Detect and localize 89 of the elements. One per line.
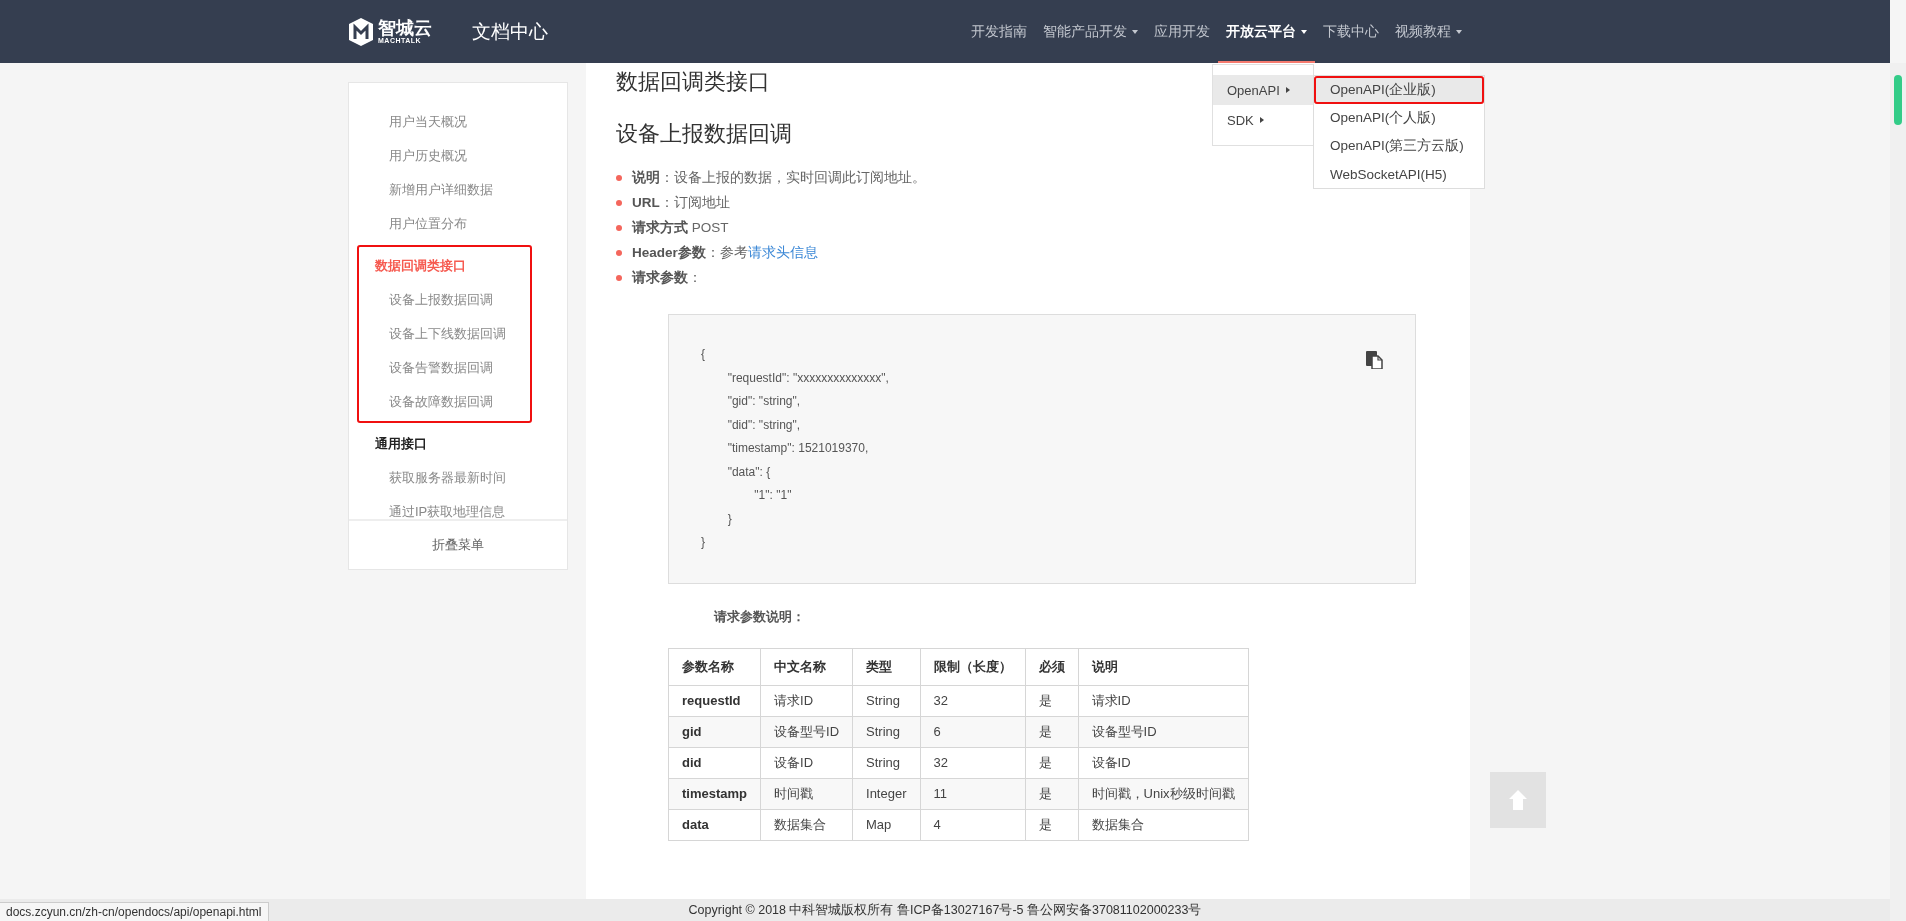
sidebar-item[interactable]: 用户当天概况 <box>365 105 536 139</box>
sidebar-item[interactable]: 通过IP获取地理信息 <box>365 495 536 519</box>
table-cell: 数据集合 <box>1078 809 1249 840</box>
table-cell: 设备ID <box>760 747 853 778</box>
column-header: 类型 <box>852 648 920 685</box>
copy-icon <box>1365 351 1383 369</box>
bullet-text: 请求方式 POST <box>632 218 729 237</box>
sidebar-item[interactable]: 用户历史概况 <box>365 139 536 173</box>
table-cell: did <box>668 747 761 778</box>
sidebar-item[interactable]: 新增用户详细数据 <box>365 173 536 207</box>
bullet-text: URL：订阅地址 <box>632 193 730 212</box>
table-cell: String <box>852 747 920 778</box>
submenu-item[interactable]: OpenAPI(企业版) <box>1314 76 1484 104</box>
table-cell: 32 <box>920 747 1025 778</box>
caret-icon <box>1132 29 1138 34</box>
table-cell: 请求ID <box>760 685 853 716</box>
table-cell: requestId <box>668 685 761 716</box>
nav-link[interactable]: 智能产品开发 <box>1035 0 1146 63</box>
column-header: 中文名称 <box>760 648 853 685</box>
collapse-menu-button[interactable]: 折叠菜单 <box>349 519 567 569</box>
table-cell: Integer <box>852 778 920 809</box>
submenu-item[interactable]: OpenAPI(个人版) <box>1314 104 1484 132</box>
table-cell: 设备型号ID <box>760 716 853 747</box>
sidebar-item[interactable]: 设备上下线数据回调 <box>365 317 530 351</box>
arrow-up-icon <box>1508 789 1528 811</box>
section-title: 数据回调类接口 <box>616 68 770 96</box>
code-text: { "requestId": "xxxxxxxxxxxxxx", "gid": "string", "did": "string", "timestamp": 1521019370, "data": { "1": "1" } } <box>701 346 889 551</box>
table-cell: 设备ID <box>1078 747 1249 778</box>
bullet-icon <box>616 199 622 206</box>
table-cell: 32 <box>920 685 1025 716</box>
table-cell: 数据集合 <box>760 809 853 840</box>
table-cell: 时间戳，Unix秒级时间戳 <box>1078 778 1249 809</box>
table-cell: data <box>668 809 761 840</box>
table-cell: 请求ID <box>1078 685 1249 716</box>
sidebar-group-title[interactable]: 通用接口 <box>365 427 536 461</box>
copyright-text: Copyright © 2018 中科智城版权所有 鲁ICP备13027167号-5 鲁公网安备37081102000233号 <box>688 903 1202 917</box>
page-heading: 设备上报数据回调 <box>616 120 792 148</box>
submenu-item[interactable]: WebSocketAPI(H5) <box>1314 160 1484 188</box>
bullet-icon <box>616 174 622 181</box>
menu-item[interactable]: OpenAPI <box>1213 75 1313 105</box>
table-cell: 是 <box>1025 716 1078 747</box>
back-to-top-button[interactable] <box>1490 772 1546 828</box>
scrollbar[interactable] <box>1890 63 1906 921</box>
caret-icon <box>1301 29 1307 34</box>
bullet-text: 请求参数： <box>632 268 702 287</box>
table-cell: 是 <box>1025 685 1078 716</box>
table-cell: 是 <box>1025 778 1078 809</box>
column-header: 说明 <box>1078 648 1249 685</box>
table-cell: 11 <box>920 778 1025 809</box>
submenu-arrow-icon <box>1285 87 1290 93</box>
sidebar-item[interactable]: 获取服务器最新时间 <box>365 461 536 495</box>
table-cell: timestamp <box>668 778 761 809</box>
menu-item[interactable]: SDK <box>1213 105 1313 135</box>
table-cell: 是 <box>1025 747 1078 778</box>
sidebar-item[interactable]: 用户位置分布 <box>365 207 536 241</box>
table-cell: String <box>852 685 920 716</box>
link[interactable]: 请求头信息 <box>747 244 818 260</box>
sidebar-item[interactable]: 设备故障数据回调 <box>365 385 530 419</box>
bullet-icon <box>616 274 622 281</box>
bullet-text: 说明：设备上报的数据，实时回调此订阅地址。 <box>632 168 926 187</box>
submenu-item[interactable]: OpenAPI(第三方云版) <box>1314 132 1484 160</box>
table-cell: 时间戳 <box>760 778 853 809</box>
nav-link[interactable]: 开发指南 <box>963 0 1035 63</box>
table-cell: 是 <box>1025 809 1078 840</box>
sidebar-item[interactable]: 设备告警数据回调 <box>365 351 530 385</box>
column-header: 限制（长度） <box>920 648 1025 685</box>
table-cell: 设备型号ID <box>1078 716 1249 747</box>
table-cell: 4 <box>920 809 1025 840</box>
nav-link[interactable]: 视频教程 <box>1387 0 1470 63</box>
table-caption: 请求参数说明： <box>714 607 806 626</box>
nav-link[interactable]: 应用开发 <box>1146 0 1218 63</box>
sidebar-item[interactable]: 设备上报数据回调 <box>365 283 530 317</box>
status-url: docs.zcyun.cn/zh-cn/opendocs/api/openapi.html <box>0 902 269 921</box>
table-cell: 6 <box>920 716 1025 747</box>
caret-icon <box>1456 29 1462 34</box>
logo-icon <box>348 17 374 46</box>
brand-name: 智城云 <box>378 19 432 37</box>
scrollbar-thumb[interactable] <box>1894 75 1902 125</box>
table-cell: Map <box>852 809 920 840</box>
bullet-icon <box>616 224 622 231</box>
submenu-arrow-icon <box>1259 117 1264 123</box>
table-cell: gid <box>668 716 761 747</box>
bullet-icon <box>616 249 622 256</box>
column-header: 参数名称 <box>668 648 761 685</box>
column-header: 必须 <box>1025 648 1078 685</box>
table-cell: String <box>852 716 920 747</box>
nav-link[interactable]: 下载中心 <box>1315 0 1387 63</box>
bullet-text: Header参数：参考请求头信息 <box>632 243 818 262</box>
site-title: 文档中心 <box>472 19 548 44</box>
